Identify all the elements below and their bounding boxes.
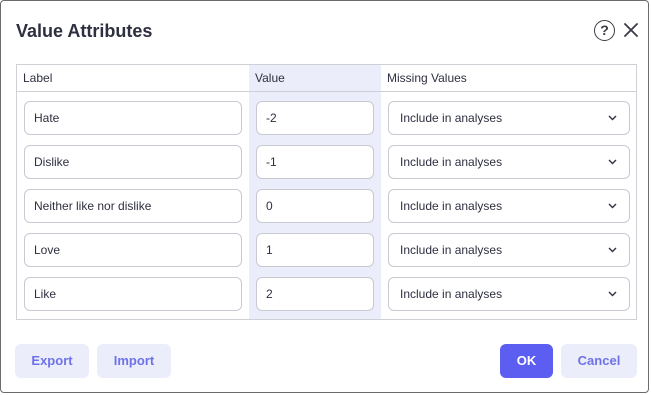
label-input[interactable]: Hate [24, 101, 242, 135]
missing-values-select[interactable]: Include in analyses [388, 145, 630, 179]
dialog-title: Value Attributes [16, 21, 153, 41]
header-divider [17, 91, 636, 92]
chevron-down-icon [608, 291, 617, 297]
chevron-down-icon [608, 247, 617, 253]
label-input[interactable]: Love [24, 233, 242, 267]
close-icon[interactable] [623, 22, 639, 38]
table-row: Dislike -1 Include in analyses [17, 145, 636, 179]
table-row: Love 1 Include in analyses [17, 233, 636, 267]
value-input[interactable]: -1 [256, 145, 374, 179]
missing-values-select[interactable]: Include in analyses [388, 233, 630, 267]
export-button[interactable]: Export [15, 344, 89, 378]
label-input[interactable]: Neither like nor dislike [24, 189, 242, 223]
missing-values-select[interactable]: Include in analyses [388, 101, 630, 135]
column-header-missing-values: Missing Values [387, 71, 467, 85]
import-button[interactable]: Import [97, 344, 171, 378]
label-input[interactable]: Dislike [24, 145, 242, 179]
value-input[interactable]: 1 [256, 233, 374, 267]
chevron-down-icon [608, 115, 617, 121]
table-row: Neither like nor dislike 0 Include in an… [17, 189, 636, 223]
missing-values-select-label: Include in analyses [400, 155, 503, 169]
column-header-label: Label [23, 71, 53, 85]
value-input[interactable]: -2 [256, 101, 374, 135]
value-attributes-dialog: Value Attributes ? Label Value Missing V… [0, 0, 649, 393]
missing-values-select-label: Include in analyses [400, 287, 503, 301]
missing-values-select[interactable]: Include in analyses [388, 277, 630, 311]
missing-values-select[interactable]: Include in analyses [388, 189, 630, 223]
table-row: Like 2 Include in analyses [17, 277, 636, 311]
missing-values-select-label: Include in analyses [400, 243, 503, 257]
label-input[interactable]: Like [24, 277, 242, 311]
missing-values-select-label: Include in analyses [400, 111, 503, 125]
ok-button[interactable]: OK [500, 344, 553, 378]
cancel-button[interactable]: Cancel [561, 344, 637, 378]
help-icon[interactable]: ? [594, 20, 615, 41]
column-header-value: Value [255, 71, 285, 85]
missing-values-select-label: Include in analyses [400, 199, 503, 213]
chevron-down-icon [608, 159, 617, 165]
chevron-down-icon [608, 203, 617, 209]
value-input[interactable]: 0 [256, 189, 374, 223]
value-input[interactable]: 2 [256, 277, 374, 311]
value-attributes-table: Label Value Missing Values Hate -2 Inclu… [16, 64, 637, 320]
table-row: Hate -2 Include in analyses [17, 101, 636, 135]
